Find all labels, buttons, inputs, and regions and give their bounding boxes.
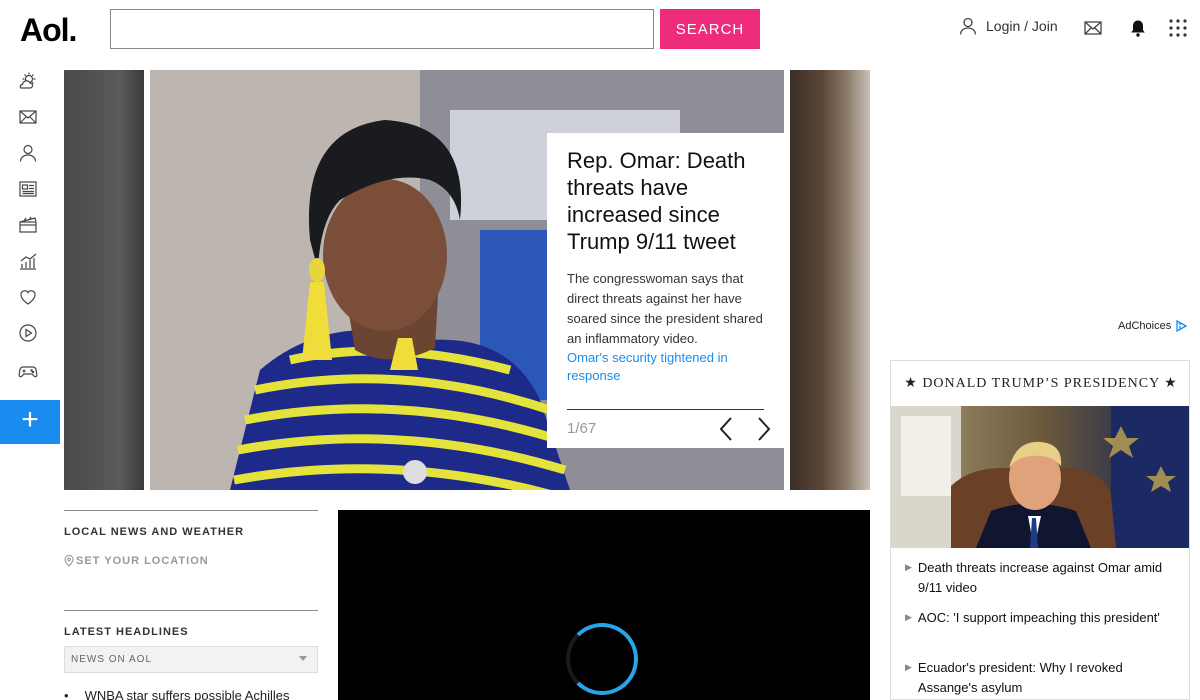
- location-pin-icon: [64, 555, 74, 567]
- headline-text: WNBA star suffers possible Achilles: [84, 688, 290, 700]
- hero-carousel-controls: 1/67: [567, 409, 771, 447]
- panel-story-1[interactable]: ▶ Death threats increase against Omar am…: [905, 558, 1175, 598]
- panel-story-2[interactable]: ▶ AOC: 'I support impeaching this presid…: [905, 608, 1175, 628]
- topic-panel: ★ DONALD TRUMP’S PRESIDENCY ★ ▶ Death th…: [890, 360, 1190, 700]
- hero-related-link[interactable]: Omar's security tightened in response: [567, 349, 764, 385]
- slide-counter: 1/67: [567, 420, 597, 437]
- movies-icon[interactable]: [18, 215, 38, 235]
- selected-source: NEWS ON AOL: [71, 654, 153, 665]
- hero-description: The congresswoman says that direct threa…: [567, 271, 763, 346]
- video-player[interactable]: [338, 510, 870, 700]
- headline-source-select[interactable]: NEWS ON AOL: [64, 646, 318, 673]
- search-input[interactable]: [110, 9, 654, 49]
- headline-item[interactable]: • WNBA star suffers possible Achilles: [64, 688, 290, 700]
- weather-icon[interactable]: [18, 71, 38, 91]
- triangle-bullet-icon: ▶: [905, 562, 912, 572]
- games-controller-icon[interactable]: [18, 361, 38, 381]
- aol-homepage: Aol. SEARCH Login / Join + Rep. Omar: De…: [0, 0, 1200, 700]
- panel-photo-illustration: [891, 406, 1189, 548]
- apps-grid-icon[interactable]: [1168, 18, 1188, 38]
- login-label: Login / Join: [986, 18, 1058, 34]
- hero-headline[interactable]: Rep. Omar: Death threats have increased …: [567, 147, 764, 255]
- triangle-bullet-icon: ▶: [905, 662, 912, 672]
- loading-spinner-icon: [566, 623, 638, 695]
- panel-story-3[interactable]: ▶ Ecuador's president: Why I revoked Ass…: [905, 658, 1175, 698]
- section-divider: [64, 610, 318, 611]
- panel-story-text: AOC: 'I support impeaching this presiden…: [917, 610, 1160, 625]
- next-arrow-icon[interactable]: [753, 416, 773, 442]
- add-button[interactable]: +: [0, 400, 60, 444]
- mail-icon[interactable]: [18, 107, 38, 127]
- hero-story-card: Rep. Omar: Death threats have increased …: [547, 133, 784, 448]
- adchoices-label: AdChoices: [1118, 320, 1172, 332]
- carousel-prev-slide-image[interactable]: [64, 70, 144, 490]
- adchoices-icon: [1176, 320, 1188, 332]
- set-location-link[interactable]: SET YOUR LOCATION: [64, 555, 209, 567]
- previous-arrow-icon[interactable]: [717, 416, 737, 442]
- carousel-next-slide-image[interactable]: [790, 70, 870, 490]
- triangle-bullet-icon: ▶: [905, 612, 912, 622]
- local-news-title: LOCAL NEWS AND WEATHER: [64, 526, 245, 538]
- finance-icon[interactable]: [18, 251, 38, 271]
- panel-title[interactable]: ★ DONALD TRUMP’S PRESIDENCY ★: [891, 375, 1189, 392]
- login-join-link[interactable]: Login / Join: [958, 16, 1058, 36]
- bullet-icon: •: [64, 688, 69, 700]
- search-button[interactable]: SEARCH: [660, 9, 760, 49]
- health-heart-icon[interactable]: [18, 287, 38, 307]
- aol-logo[interactable]: Aol.: [20, 12, 77, 49]
- panel-image[interactable]: [891, 406, 1189, 548]
- chevron-down-icon: [299, 656, 307, 661]
- panel-story-text: Ecuador's president: Why I revoked Assan…: [917, 660, 1123, 695]
- user-icon[interactable]: [18, 143, 38, 163]
- section-divider: [64, 510, 318, 511]
- latest-headlines-title: LATEST HEADLINES: [64, 626, 189, 638]
- panel-story-text: Death threats increase against Omar amid…: [917, 560, 1163, 595]
- mail-icon[interactable]: [1083, 18, 1103, 38]
- adchoices-link[interactable]: AdChoices: [1118, 320, 1188, 332]
- notifications-bell-icon[interactable]: [1128, 18, 1148, 38]
- user-icon: [959, 17, 977, 35]
- set-location-label: SET YOUR LOCATION: [76, 555, 209, 567]
- news-icon[interactable]: [18, 179, 38, 199]
- video-play-icon[interactable]: [18, 323, 38, 343]
